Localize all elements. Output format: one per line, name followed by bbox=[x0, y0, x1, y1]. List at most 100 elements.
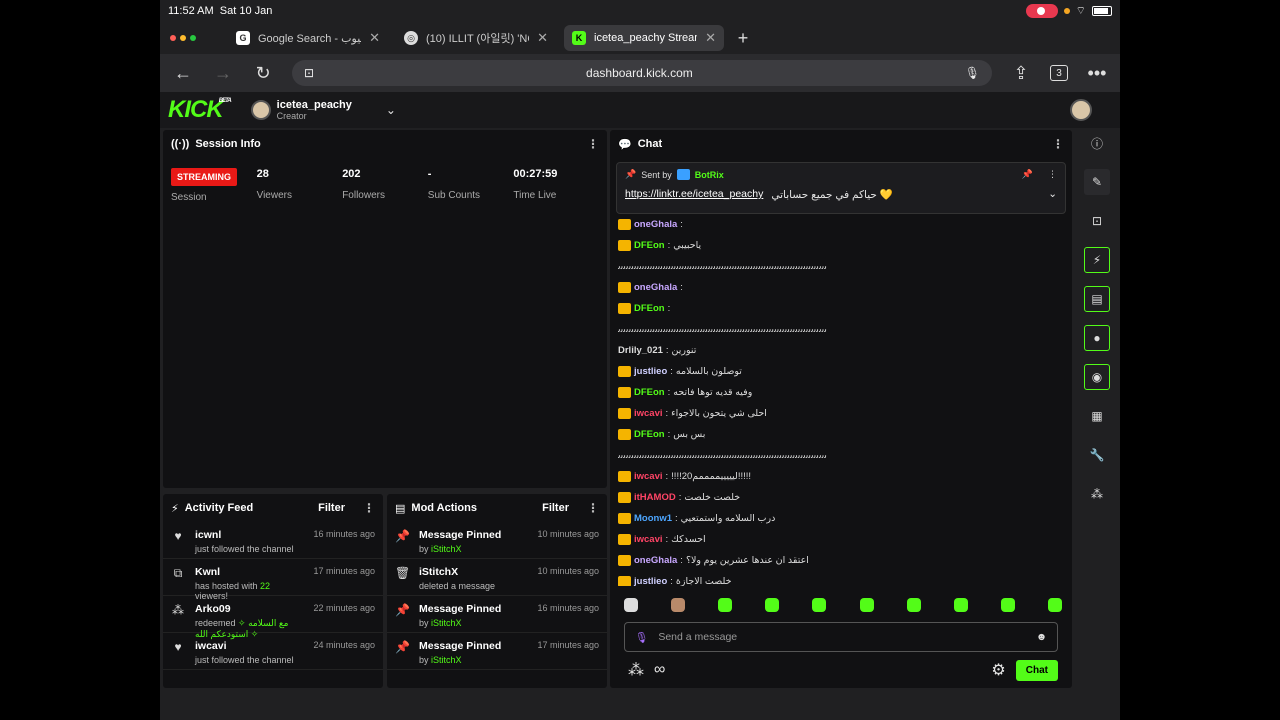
user-avatar[interactable] bbox=[1070, 99, 1092, 121]
crown-badge-icon bbox=[618, 471, 631, 482]
bolt-icon[interactable]: ⚡ bbox=[1084, 247, 1110, 273]
mic-icon[interactable]: 🎙 bbox=[635, 631, 648, 644]
points-icon[interactable]: ⁂ bbox=[1084, 481, 1110, 507]
address-field[interactable]: ⊡ dashboard.kick.com 🎙 bbox=[292, 60, 992, 86]
chat-username[interactable]: oneGhala bbox=[634, 219, 677, 230]
chat-username[interactable]: oneGhala bbox=[634, 282, 677, 293]
close-icon[interactable]: ✕ bbox=[369, 30, 380, 46]
chat-username[interactable]: iwcavi bbox=[634, 534, 663, 545]
close-icon[interactable]: ✕ bbox=[537, 30, 548, 46]
chat-bubble-icon[interactable]: ● bbox=[1084, 325, 1110, 351]
chat-username[interactable]: iwcavi bbox=[634, 408, 663, 419]
new-tab-button[interactable]: + bbox=[732, 27, 754, 49]
chat-username[interactable]: DFEon bbox=[634, 240, 665, 251]
chat-message: iwcavi: !!!!20ليييييممممم!!!!! bbox=[618, 466, 1064, 487]
emote-icon[interactable] bbox=[765, 598, 780, 612]
chat-message: iwcavi: احلى شي يتحون بالاجواء bbox=[618, 403, 1064, 424]
kick-header: KICK BETA icetea_peachy Creator ⌄ bbox=[160, 92, 1120, 128]
emote-icon[interactable] bbox=[859, 598, 874, 612]
chat-username[interactable]: DFEon bbox=[634, 387, 665, 398]
emote-icon[interactable] bbox=[624, 598, 638, 612]
back-button[interactable]: ← bbox=[172, 63, 194, 84]
feed-text: just followed the channel bbox=[195, 655, 294, 665]
kebab-menu-icon[interactable]: ⋮ bbox=[587, 501, 599, 515]
kebab-menu-icon[interactable]: ⋮ bbox=[1052, 137, 1064, 151]
kebab-menu-icon[interactable]: ⋮ bbox=[363, 501, 375, 515]
lens-icon[interactable]: ⊡ bbox=[304, 66, 314, 80]
pin-icon[interactable]: 📌 bbox=[1022, 169, 1033, 180]
chat-username[interactable]: DFEon bbox=[634, 303, 665, 314]
document-icon[interactable]: ▤ bbox=[1084, 286, 1110, 312]
emote-icon[interactable] bbox=[1047, 598, 1062, 612]
tab-illit[interactable]: ◎ (10) ILLIT (아일릿) 'NOT C ✕ bbox=[396, 25, 556, 51]
kick-logo[interactable]: KICK BETA bbox=[168, 96, 232, 124]
status-date: Sat 10 Jan bbox=[219, 5, 273, 17]
emoji-icon[interactable]: ☻ bbox=[1036, 631, 1047, 643]
broadcast-icon[interactable]: ◉ bbox=[1084, 364, 1110, 390]
chat-message: Moonw1: درب السلامه واستمتعيي bbox=[618, 508, 1064, 529]
wrench-icon[interactable]: 🔧 bbox=[1084, 442, 1110, 468]
points-icon: ⁂ bbox=[172, 603, 184, 617]
chat-username[interactable]: justlieo bbox=[634, 576, 667, 586]
chat-username[interactable]: Moonw1 bbox=[634, 513, 672, 524]
emote-icon[interactable] bbox=[953, 598, 968, 612]
focus-icon[interactable]: ⊡ bbox=[1084, 208, 1110, 234]
chat-text: احسدكك bbox=[671, 534, 706, 545]
tab-kick-stream[interactable]: K icetea_peachy Stream - ✕ bbox=[564, 25, 724, 51]
chat-username[interactable]: Drlily_021 bbox=[618, 345, 663, 356]
share-button[interactable]: ⇪ bbox=[1010, 63, 1032, 84]
list-item: ⧉ Kwnl has hosted with 22 viewers! 17 min… bbox=[163, 559, 383, 601]
edit-icon[interactable]: ✎ bbox=[1084, 169, 1110, 195]
emote-icon[interactable] bbox=[718, 598, 733, 612]
info-icon[interactable]: ⓘ bbox=[1084, 130, 1110, 156]
filter-button[interactable]: Filter bbox=[542, 502, 569, 514]
chat-username[interactable]: DFEon bbox=[634, 429, 665, 440]
chat-username[interactable]: itHAMOD bbox=[634, 492, 676, 503]
gear-icon[interactable]: ⚙ bbox=[991, 660, 1005, 680]
pinned-link[interactable]: https://linktr.ee/icetea_peachy bbox=[625, 188, 763, 201]
filter-button[interactable]: Filter bbox=[318, 502, 345, 514]
chat-message: Drlily_021: تنورين bbox=[618, 345, 697, 356]
crown-badge-icon bbox=[618, 219, 631, 230]
tab-google-search[interactable]: G Google Search - يوتيوب ✕ bbox=[228, 25, 388, 51]
chat-username[interactable]: iwcavi bbox=[634, 471, 663, 482]
more-button[interactable]: ••• bbox=[1086, 63, 1108, 84]
chat-username[interactable]: oneGhala bbox=[634, 555, 677, 566]
chat-title: Chat bbox=[637, 138, 663, 150]
feed-user: Arko09 bbox=[195, 603, 231, 615]
list-item: 📌 Message Pinned by iStitchX 10 minutes a… bbox=[387, 522, 607, 559]
device-screen: 11:52 AM Sat 10 Jan ⌔ G Google Search - … bbox=[160, 0, 1120, 720]
send-chat-button[interactable]: Chat bbox=[1015, 659, 1058, 681]
emote-icon[interactable] bbox=[1000, 598, 1015, 612]
chevron-down-icon[interactable]: ⌄ bbox=[386, 103, 396, 117]
chevron-down-icon[interactable]: ⌄ bbox=[1048, 188, 1057, 201]
chat-text: !!!!20ليييييممممم!!!!! bbox=[671, 471, 752, 482]
kebab-menu-icon[interactable]: ⋮ bbox=[587, 137, 599, 151]
google-favicon-icon: G bbox=[236, 31, 250, 45]
chat-username[interactable]: justlieo bbox=[634, 366, 667, 377]
followers-value: 202 bbox=[342, 168, 361, 180]
wifi-icon: ⌔ bbox=[1075, 5, 1086, 17]
mic-icon[interactable]: 🎙 bbox=[965, 66, 980, 80]
close-icon[interactable]: ✕ bbox=[705, 30, 716, 46]
kebab-menu-icon[interactable]: ⋮ bbox=[1048, 169, 1057, 180]
tab-title: Google Search - يوتيوب bbox=[258, 32, 361, 45]
status-bar: 11:52 AM Sat 10 Jan ⌔ bbox=[160, 0, 1120, 22]
emote-icon[interactable] bbox=[906, 598, 921, 612]
emote-icon[interactable] bbox=[671, 598, 686, 612]
globe-favicon-icon: ◎ bbox=[404, 31, 418, 45]
list-item: 📌 Message Pinned by iStitchX 16 minutes a… bbox=[387, 596, 607, 633]
tab-count-button[interactable]: 3 bbox=[1050, 65, 1068, 81]
reload-button[interactable]: ↻ bbox=[252, 63, 274, 84]
window-controls[interactable] bbox=[170, 35, 220, 41]
forward-button[interactable]: → bbox=[212, 63, 234, 84]
emote-icon[interactable] bbox=[812, 598, 827, 612]
creator-name: icetea_peachy bbox=[276, 99, 352, 111]
points-icon[interactable]: ⁂ bbox=[628, 660, 644, 680]
subs-value: - bbox=[427, 168, 432, 180]
mod-actions-title: Mod Actions bbox=[411, 502, 477, 514]
pinned-text: حياكم في جميع حساباتي 💛 bbox=[771, 189, 893, 201]
chat-input[interactable]: 🎙 Send a message ☻ bbox=[624, 622, 1058, 652]
points-value: ∞ bbox=[654, 661, 666, 678]
layout-icon[interactable]: ▦ bbox=[1084, 403, 1110, 429]
